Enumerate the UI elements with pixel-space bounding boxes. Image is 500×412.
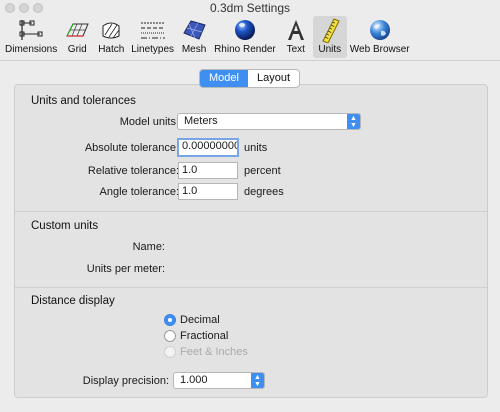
toolbar-label: Hatch (98, 44, 125, 55)
toolbar-label: Linetypes (131, 44, 175, 55)
radio-decimal-label: Decimal (180, 314, 220, 326)
display-precision-select[interactable]: 1.000 ▲ ▼ (173, 372, 265, 389)
angle-tolerance-label: Angle tolerance: (99, 186, 180, 198)
toolbar-label: Web Browser (349, 44, 410, 55)
dimensions-icon (17, 17, 45, 43)
toolbar-grid[interactable]: Grid (60, 16, 94, 58)
radio-unselected-icon (164, 330, 176, 342)
rhino-render-icon (231, 17, 259, 43)
minimize-window-button[interactable] (19, 3, 29, 13)
display-precision-label: Display precision: (82, 375, 169, 387)
toolbar-label: Grid (67, 44, 87, 55)
settings-toolbar: Dimensions Grid Hatch Linetypes Mesh Rhi… (0, 16, 500, 60)
text-icon (282, 17, 310, 43)
section-title-units: Units and tolerances (31, 95, 136, 107)
toolbar-rhino-render[interactable]: Rhino Render (211, 16, 279, 58)
toolbar-label: Units (318, 44, 342, 55)
model-units-label: Model units: (119, 116, 179, 128)
absolute-tolerance-label: Absolute tolerance: (84, 142, 179, 154)
angle-tolerance-input[interactable]: 1.0 (178, 183, 238, 200)
mesh-icon (180, 17, 208, 43)
relative-tolerance-label: Relative tolerance: (87, 165, 179, 177)
radio-fractional-label: Fractional (180, 330, 229, 342)
radio-feet-inches-label: Feet & Inches (180, 346, 248, 358)
section-divider (15, 287, 487, 288)
radio-fractional[interactable]: Fractional (164, 330, 228, 342)
toolbar-label: Text (286, 44, 305, 55)
close-window-button[interactable] (5, 3, 15, 13)
web-browser-globe-icon (366, 17, 394, 43)
hatch-icon (97, 17, 125, 43)
toolbar-label: Rhino Render (214, 44, 276, 55)
custom-units-name-label: Name: (132, 241, 165, 253)
tab-layout[interactable]: Layout (248, 70, 299, 87)
units-ruler-icon (316, 17, 344, 43)
relative-tolerance-input[interactable]: 1.0 (178, 162, 238, 179)
toolbar-units[interactable]: Units (312, 16, 347, 58)
absolute-tolerance-input[interactable]: 0.000000000 (177, 138, 239, 157)
model-layout-segmented-control: Model Layout (199, 69, 300, 88)
section-divider (15, 211, 487, 212)
angle-tolerance-unit: degrees (244, 186, 284, 198)
toolbar-dimensions[interactable]: Dimensions (2, 16, 60, 58)
model-units-value: Meters (184, 115, 218, 127)
display-precision-value: 1.000 (180, 374, 208, 386)
select-stepper-icon: ▲ ▼ (347, 114, 360, 129)
zoom-window-button[interactable] (33, 3, 43, 13)
absolute-tolerance-unit: units (244, 142, 268, 154)
radio-decimal[interactable]: Decimal (164, 314, 220, 326)
section-title-distance-display: Distance display (31, 295, 115, 307)
radio-selected-icon (164, 314, 176, 326)
grid-icon (63, 17, 91, 43)
toolbar-mesh[interactable]: Mesh (177, 16, 211, 58)
section-title-custom-units: Custom units (31, 220, 99, 232)
select-stepper-icon: ▲ ▼ (251, 373, 264, 388)
linetypes-icon (139, 17, 167, 43)
relative-tolerance-unit: percent (244, 165, 281, 177)
units-per-meter-label: Units per meter: (86, 263, 165, 275)
title-bar: 0.3dm Settings (0, 0, 500, 16)
toolbar-label: Mesh (181, 44, 207, 55)
model-units-select[interactable]: Meters ▲ ▼ (177, 113, 361, 130)
window-title: 0.3dm Settings (209, 1, 291, 15)
radio-disabled-icon (164, 346, 176, 358)
toolbar-linetypes[interactable]: Linetypes (128, 16, 177, 58)
radio-feet-inches: Feet & Inches (164, 346, 248, 358)
toolbar-web-browser[interactable]: Web Browser (347, 16, 413, 58)
tab-model[interactable]: Model (200, 70, 248, 87)
toolbar-divider (0, 60, 500, 61)
toolbar-text[interactable]: Text (279, 16, 313, 58)
toolbar-hatch[interactable]: Hatch (94, 16, 128, 58)
toolbar-label: Dimensions (5, 44, 58, 55)
settings-panel: Units and tolerances Model units: Meters… (14, 84, 488, 398)
